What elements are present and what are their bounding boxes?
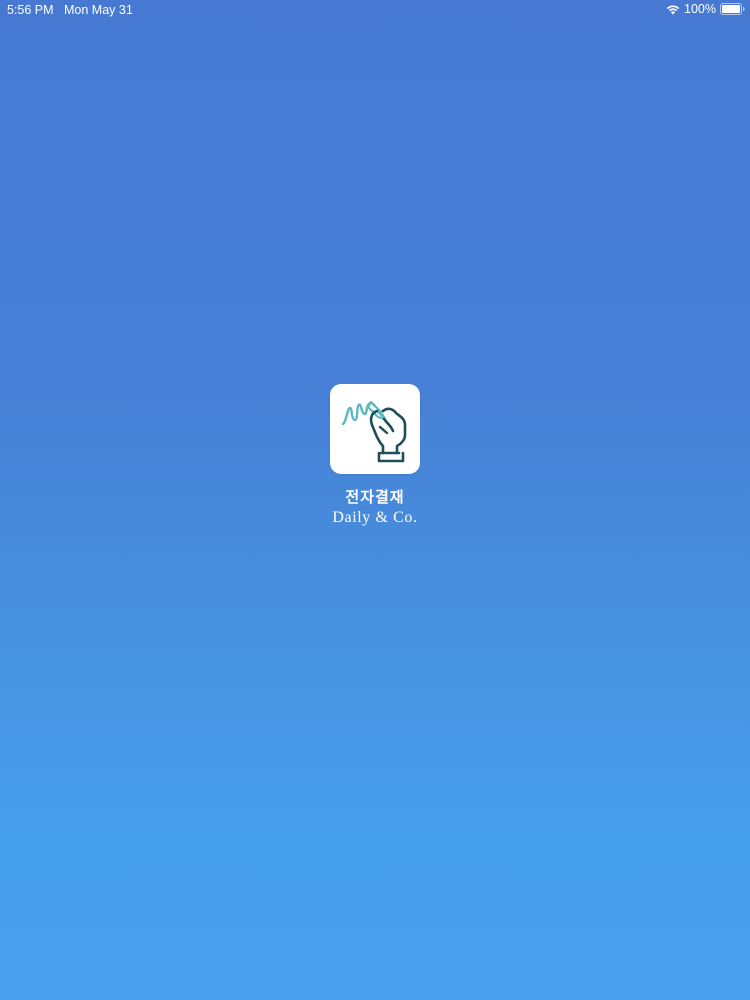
status-date: Mon May 31 [64, 3, 133, 17]
status-bar: 5:56 PM Mon May 31 100% [0, 0, 750, 20]
app-icon [330, 384, 420, 474]
hand-signature-pen-icon [341, 400, 407, 463]
wifi-icon [666, 4, 680, 14]
status-time: 5:56 PM [7, 3, 54, 17]
battery-percent: 100% [684, 2, 716, 16]
splash-screen: 전자결재 Daily & Co. [0, 384, 750, 527]
app-subtitle: Daily & Co. [332, 509, 418, 526]
status-right-group: 100% [666, 2, 745, 16]
battery-full-icon [720, 3, 745, 15]
app-title: 전자결재 [345, 489, 405, 506]
